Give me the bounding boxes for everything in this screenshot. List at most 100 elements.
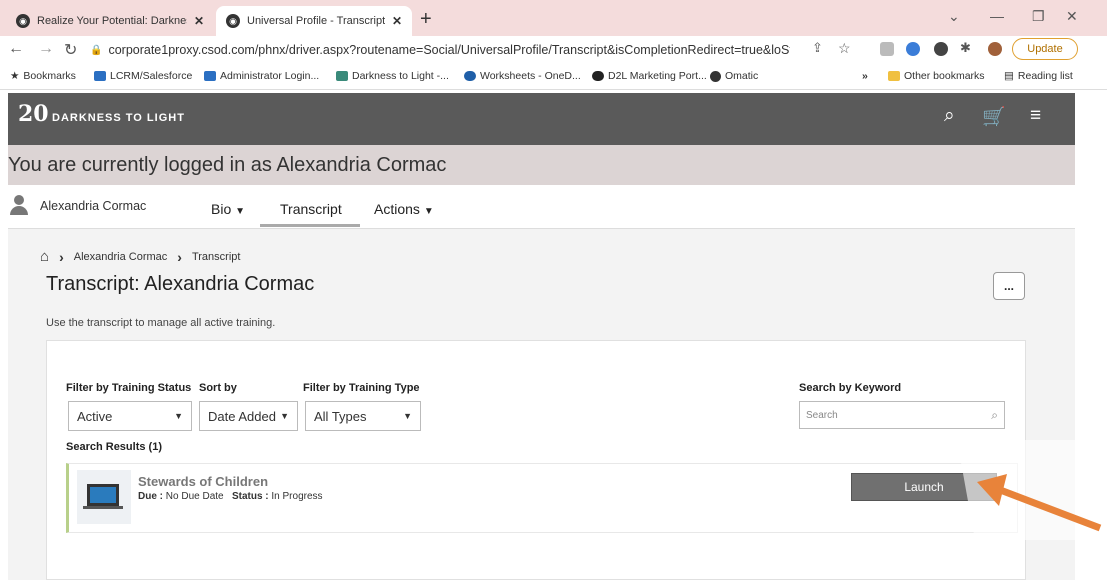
caret-down-icon: ▼ xyxy=(423,206,434,217)
due-label: Due : xyxy=(138,491,163,502)
course-meta: Due : No Due Date Status : In Progress xyxy=(138,491,323,502)
tab-label: Realize Your Potential: Darkness t xyxy=(37,15,187,27)
sort-select[interactable]: Date Added ▼ xyxy=(199,401,298,431)
bookmarks-overflow-button[interactable]: » xyxy=(862,70,868,82)
tab-actions[interactable]: Actions ▼ xyxy=(374,201,434,217)
bookmark-item[interactable]: Worksheets - OneD... xyxy=(464,70,581,82)
darkness-icon xyxy=(336,71,348,81)
url-input[interactable]: 🔒 corporate1proxy.csod.com/phnx/driver.a… xyxy=(90,39,790,61)
search-input[interactable]: Search ⌕ xyxy=(799,401,1005,429)
bookmark-label: D2L Marketing Port... xyxy=(608,70,707,82)
bookmark-item[interactable]: D2L Marketing Port... xyxy=(592,70,707,82)
logged-in-text: You are currently logged in as Alexandri… xyxy=(8,154,447,176)
d2l-icon xyxy=(592,71,604,81)
back-icon[interactable]: ← xyxy=(8,40,24,58)
bookmark-label: Darkness to Light -... xyxy=(352,70,449,82)
admin-icon xyxy=(204,71,216,81)
close-tab-icon[interactable]: ✕ xyxy=(194,14,204,28)
cloud-icon xyxy=(94,71,106,81)
minimize-icon[interactable]: — xyxy=(990,8,1004,24)
page-description: Use the transcript to manage all active … xyxy=(46,317,276,329)
search-icon: ⌕ xyxy=(991,407,998,422)
type-filter-select[interactable]: All Types ▼ xyxy=(305,401,421,431)
bookmark-label: Worksheets - OneD... xyxy=(480,70,581,82)
cart-icon[interactable]: 🛒 xyxy=(982,105,1006,129)
onedrive-icon xyxy=(464,71,476,81)
bookmark-label: Other bookmarks xyxy=(904,70,985,82)
keyword-label: Search by Keyword xyxy=(799,382,902,394)
reload-icon[interactable]: ↻ xyxy=(64,40,77,60)
course-title[interactable]: Stewards of Children xyxy=(138,474,268,489)
more-options-button[interactable]: ... xyxy=(993,272,1025,300)
annotation-arrow xyxy=(957,440,1107,540)
globe-icon: ◉ xyxy=(16,14,30,28)
caret-down-icon: ▼ xyxy=(403,411,412,421)
other-bookmarks[interactable]: Other bookmarks xyxy=(888,70,985,82)
search-placeholder: Search xyxy=(806,409,838,421)
due-value: No Due Date xyxy=(165,491,224,502)
breadcrumb-user[interactable]: Alexandria Cormac xyxy=(74,251,168,263)
globe-icon xyxy=(710,70,721,82)
page-title: Transcript: Alexandria Cormac xyxy=(46,273,315,295)
type-filter-value: All Types xyxy=(314,408,367,424)
star-icon: ★ xyxy=(10,70,20,82)
laptop-base xyxy=(83,506,123,509)
caret-down-icon: ▼ xyxy=(174,411,183,421)
bookmark-item[interactable]: Darkness to Light -... xyxy=(336,70,449,82)
extension-icon[interactable] xyxy=(934,42,948,56)
chevron-right-icon: › xyxy=(59,248,64,265)
share-icon[interactable]: ⇪ xyxy=(812,40,823,56)
url-text: corporate1proxy.csod.com/phnx/driver.asp… xyxy=(108,43,790,57)
breadcrumb-current: Transcript xyxy=(191,250,241,263)
tab-bio[interactable]: Bio ▼ xyxy=(211,201,245,217)
update-button[interactable]: Update xyxy=(1012,38,1078,60)
avatar xyxy=(10,195,28,215)
lock-icon: 🔒 xyxy=(90,44,103,56)
sort-value: Date Added xyxy=(208,408,276,424)
folder-icon xyxy=(888,71,900,81)
logged-in-banner: You are currently logged in as Alexandri… xyxy=(8,145,1075,185)
forward-icon[interactable]: → xyxy=(38,40,54,58)
tab-label: Universal Profile - Transcript - Re xyxy=(247,15,385,27)
reading-list[interactable]: ▤ Reading list xyxy=(1004,70,1073,82)
tab-bio-label: Bio xyxy=(211,201,232,217)
home-icon[interactable]: ⌂ xyxy=(40,248,49,265)
browser-tab-transcript[interactable]: ◉ Universal Profile - Transcript - Re ✕ xyxy=(216,6,412,36)
bookmark-item[interactable]: Administrator Login... xyxy=(204,70,319,82)
bookmark-item[interactable]: LCRM/Salesforce xyxy=(94,70,192,82)
close-tab-icon[interactable]: ✕ xyxy=(392,14,402,28)
profile-nav: Alexandria Cormac Bio ▼ Transcript Actio… xyxy=(8,185,1075,229)
caret-down-icon: ▼ xyxy=(235,206,246,217)
reading-list-label: Reading list xyxy=(1017,70,1073,82)
search-icon[interactable]: ⌕ xyxy=(944,105,955,127)
reading-list-icon: ▤ xyxy=(1004,70,1014,82)
transcript-card xyxy=(46,340,1026,580)
menu-icon[interactable]: ≡ xyxy=(1030,105,1041,127)
new-tab-button[interactable]: + xyxy=(420,8,432,31)
search-results-label: Search Results (1) xyxy=(66,441,162,453)
restore-icon[interactable]: ❐ xyxy=(1032,8,1045,25)
puzzle-icon[interactable]: ✱ xyxy=(960,40,971,56)
profile-avatar[interactable] xyxy=(988,42,1002,56)
address-bar-row: ← → ↻ 🔒 corporate1proxy.csod.com/phnx/dr… xyxy=(0,36,1107,64)
site-logo-text: DARKNESS TO LIGHT xyxy=(52,112,185,124)
status-filter-select[interactable]: Active ▼ xyxy=(68,401,192,431)
extension-icon[interactable] xyxy=(906,42,920,56)
browser-tab-realize[interactable]: ◉ Realize Your Potential: Darkness t ✕ xyxy=(6,6,214,36)
bookmark-item[interactable]: ★ Bookmarks xyxy=(10,70,76,82)
globe-icon: ◉ xyxy=(226,14,240,28)
sort-label: Sort by xyxy=(199,382,237,394)
bookmark-label: Administrator Login... xyxy=(220,70,320,82)
site-header: 20 DARKNESS TO LIGHT ⌕ 🛒 ≡ xyxy=(8,93,1075,145)
extension-icon[interactable] xyxy=(880,42,894,56)
site-logo[interactable]: 20 xyxy=(18,101,49,127)
window-close-icon[interactable]: ✕ xyxy=(1066,8,1078,25)
tab-search-icon[interactable]: ⌄ xyxy=(948,8,960,25)
bookmarks-bar: ★ Bookmarks LCRM/Salesforce Administrato… xyxy=(0,64,1107,90)
tab-transcript[interactable]: Transcript xyxy=(280,201,342,217)
type-filter-label: Filter by Training Type xyxy=(303,382,420,394)
bookmark-item[interactable]: Omatic xyxy=(710,70,758,82)
bookmark-star-icon[interactable]: ☆ xyxy=(838,40,851,57)
profile-name: Alexandria Cormac xyxy=(40,199,147,213)
breadcrumb: ⌂ › Alexandria Cormac › Transcript xyxy=(40,248,240,265)
